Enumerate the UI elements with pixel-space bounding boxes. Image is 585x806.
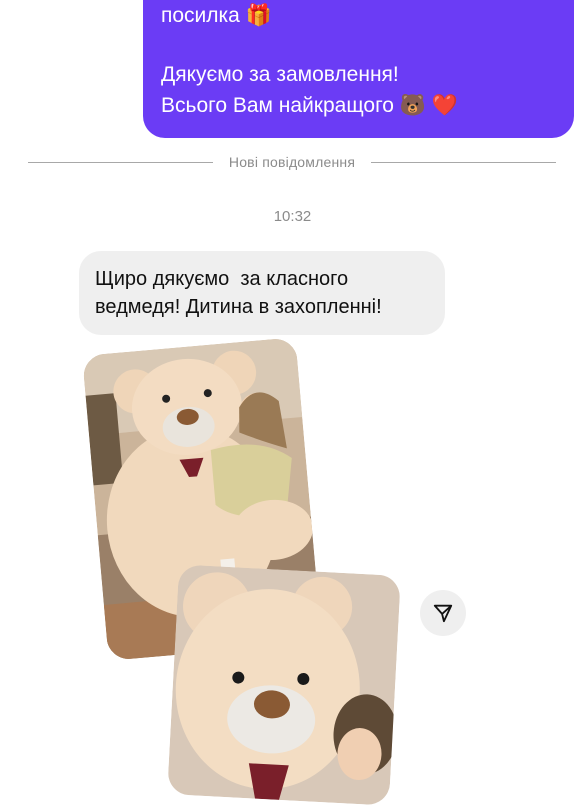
divider-rule: [371, 161, 557, 163]
new-messages-divider: Нові повідомлення: [28, 152, 557, 172]
send-icon: [433, 604, 453, 623]
sent-message-line: Всього Вам найкращого 🐻 ❤️: [161, 94, 458, 117]
divider-rule: [28, 161, 213, 163]
share-button[interactable]: [420, 590, 466, 636]
new-messages-label: Нові повідомлення: [228, 154, 356, 170]
sent-message-line: Дякуємо за замовлення!: [161, 63, 399, 86]
sent-message-line: посилка 🎁: [161, 4, 272, 27]
photo-bear-closeup[interactable]: [167, 564, 401, 806]
received-message-line: ведмедя! Дитина в захопленні!: [95, 296, 382, 318]
received-message-line: Щиро дякуємо за класного: [95, 268, 349, 290]
message-timestamp: 10:32: [273, 208, 312, 225]
photo-bear-closeup-image: [167, 564, 401, 806]
received-message-bubble[interactable]: Щиро дякуємо за класного ведмедя! Дитина…: [79, 251, 445, 335]
sent-message-bubble[interactable]: посилка 🎁 Дякуємо за замовлення! Всього …: [143, 0, 574, 138]
